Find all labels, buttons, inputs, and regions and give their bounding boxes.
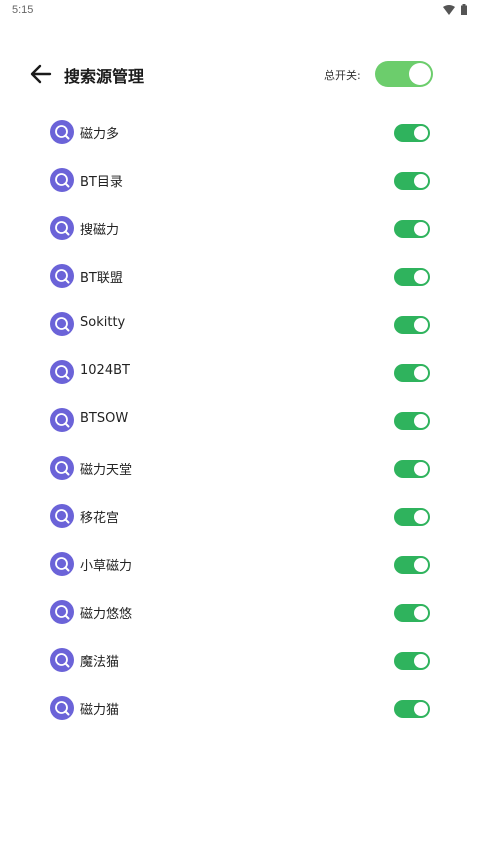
source-row: 小草磁力: [0, 540, 479, 588]
toggle-knob: [414, 270, 428, 284]
toggle-knob: [414, 654, 428, 668]
source-toggle[interactable]: [394, 364, 430, 382]
source-name: 魔法猫: [80, 655, 120, 670]
source-name: 搜磁力: [80, 223, 120, 238]
toggle-knob: [414, 414, 428, 428]
toggle-knob: [414, 558, 428, 572]
header: 搜索源管理 总开关:: [0, 56, 479, 92]
battery-icon: [461, 4, 467, 15]
source-name: BT联盟: [80, 271, 123, 286]
source-toggle[interactable]: [394, 508, 430, 526]
source-name: 磁力悠悠: [80, 607, 133, 622]
magnet-search-icon: [50, 456, 74, 480]
source-row: BTSOW: [0, 396, 479, 444]
source-toggle[interactable]: [394, 556, 430, 574]
status-bar: 5:15: [0, 0, 479, 22]
page-title: 搜索源管理: [64, 67, 145, 86]
toggle-knob: [414, 174, 428, 188]
source-row: Sokitty: [0, 300, 479, 348]
source-name: Sokitty: [80, 315, 126, 330]
source-toggle[interactable]: [394, 172, 430, 190]
source-name: 移花宫: [80, 511, 120, 526]
magnet-search-icon: [50, 552, 74, 576]
toggle-knob: [414, 222, 428, 236]
source-toggle[interactable]: [394, 124, 430, 142]
source-row: 磁力多: [0, 108, 479, 156]
source-name: 磁力多: [80, 127, 120, 142]
source-row: 魔法猫: [0, 636, 479, 684]
toggle-knob: [414, 318, 428, 332]
source-name: 磁力天堂: [80, 463, 133, 478]
source-toggle[interactable]: [394, 268, 430, 286]
source-row: 磁力猫: [0, 684, 479, 732]
source-toggle[interactable]: [394, 220, 430, 238]
magnet-search-icon: [50, 696, 74, 720]
source-row: 搜磁力: [0, 204, 479, 252]
source-row: BT目录: [0, 156, 479, 204]
source-row: BT联盟: [0, 252, 479, 300]
source-toggle[interactable]: [394, 700, 430, 718]
source-row: 1024BT: [0, 348, 479, 396]
magnet-search-icon: [50, 312, 74, 336]
source-toggle[interactable]: [394, 316, 430, 334]
magnet-search-icon: [50, 168, 74, 192]
magnet-search-icon: [50, 408, 74, 432]
toggle-knob: [414, 126, 428, 140]
source-name: 磁力猫: [80, 703, 120, 718]
source-name: 小草磁力: [80, 559, 133, 574]
source-name: BTSOW: [80, 411, 129, 426]
source-name: BT目录: [80, 175, 123, 190]
magnet-search-icon: [50, 504, 74, 528]
magnet-search-icon: [50, 120, 74, 144]
status-icons: [443, 4, 467, 15]
magnet-search-icon: [50, 600, 74, 624]
source-row: 磁力悠悠: [0, 588, 479, 636]
source-name: 1024BT: [80, 363, 130, 378]
source-row: 移花宫: [0, 492, 479, 540]
toggle-knob: [414, 462, 428, 476]
source-toggle[interactable]: [394, 652, 430, 670]
magnet-search-icon: [50, 264, 74, 288]
wifi-icon: [443, 4, 455, 15]
source-toggle[interactable]: [394, 460, 430, 478]
magnet-search-icon: [50, 648, 74, 672]
source-row: 磁力天堂: [0, 444, 479, 492]
magnet-search-icon: [50, 360, 74, 384]
toggle-knob: [414, 606, 428, 620]
master-switch-toggle[interactable]: [375, 61, 433, 87]
master-switch-label: 总开关:: [324, 69, 361, 82]
source-toggle[interactable]: [394, 604, 430, 622]
toggle-knob: [409, 63, 431, 85]
status-time: 5:15: [12, 4, 34, 16]
back-arrow-icon[interactable]: [28, 61, 54, 87]
magnet-search-icon: [50, 216, 74, 240]
toggle-knob: [414, 510, 428, 524]
toggle-knob: [414, 366, 428, 380]
toggle-knob: [414, 702, 428, 716]
source-toggle[interactable]: [394, 412, 430, 430]
